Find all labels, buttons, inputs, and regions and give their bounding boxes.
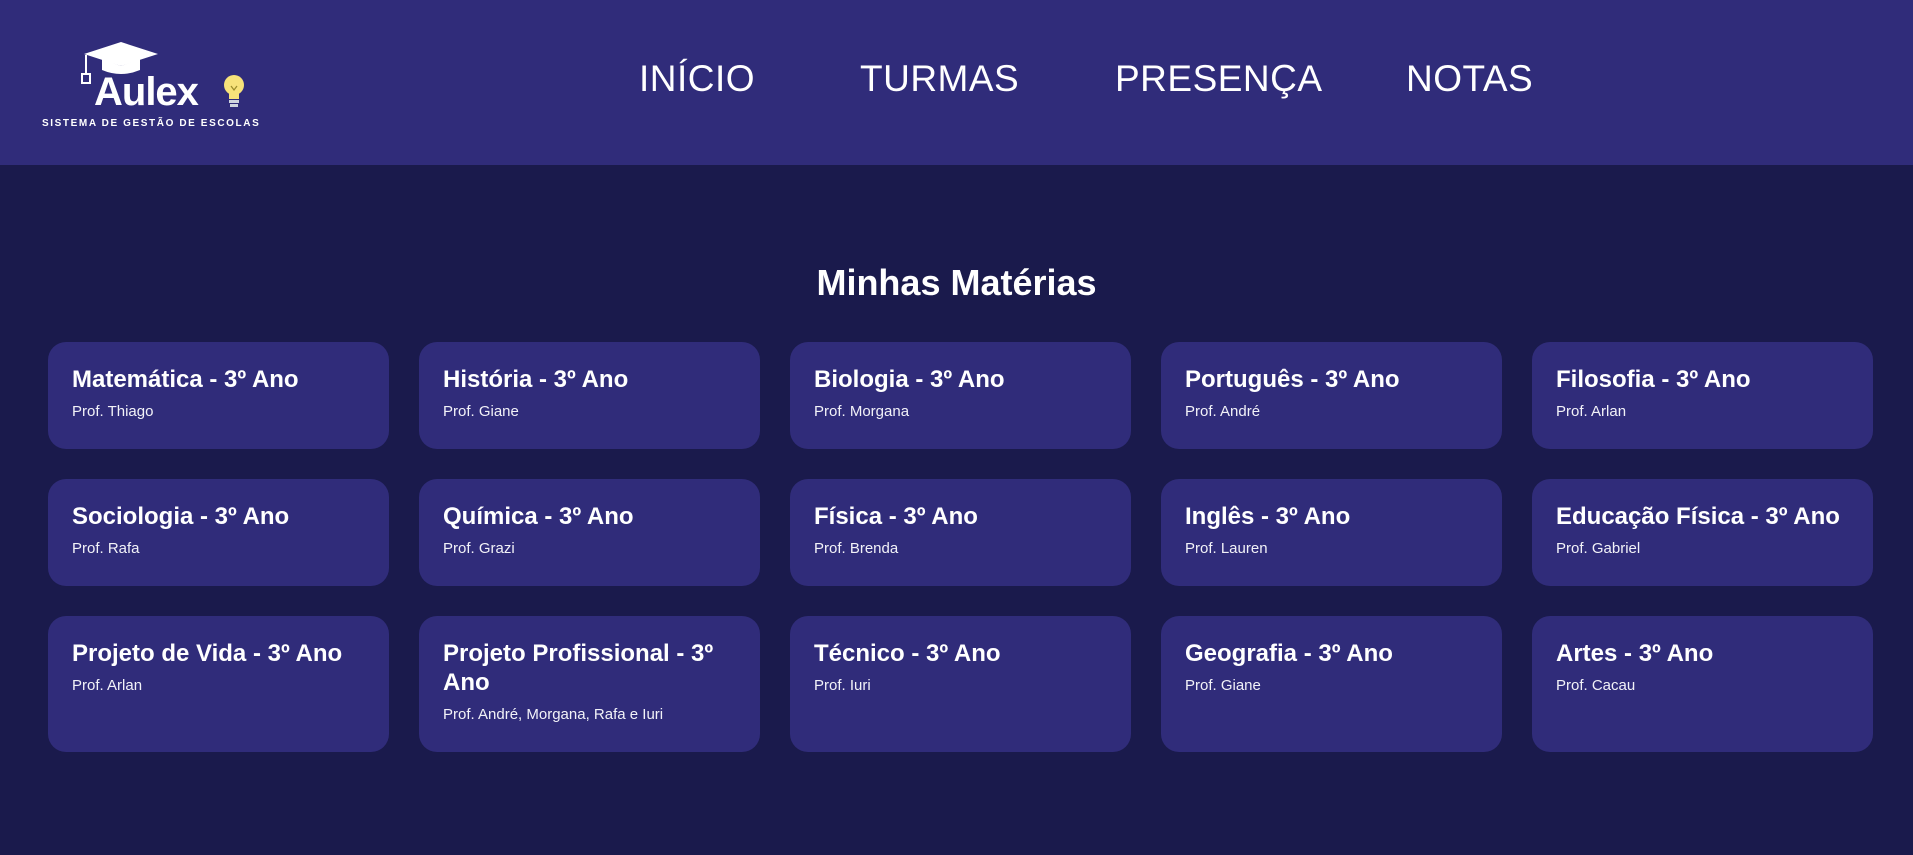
subject-card[interactable]: Inglês - 3º Ano Prof. Lauren: [1161, 479, 1502, 586]
subject-card[interactable]: História - 3º Ano Prof. Giane: [419, 342, 760, 449]
subject-card[interactable]: Biologia - 3º Ano Prof. Morgana: [790, 342, 1131, 449]
subject-card[interactable]: Português - 3º Ano Prof. André: [1161, 342, 1502, 449]
main-nav: INÍCIO TURMAS PRESENÇA NOTAS: [0, 58, 1913, 108]
subject-card[interactable]: Física - 3º Ano Prof. Brenda: [790, 479, 1131, 586]
subject-title: Biologia - 3º Ano: [814, 366, 1005, 393]
subject-title: Matemática - 3º Ano: [72, 366, 299, 393]
subject-professor: Prof. Grazi: [443, 540, 515, 557]
subject-title: Filosofia - 3º Ano: [1556, 366, 1751, 393]
nav-item-notas[interactable]: NOTAS: [1406, 58, 1533, 100]
nav-item-inicio[interactable]: INÍCIO: [639, 58, 755, 100]
page-title: Minhas Matérias: [816, 262, 1097, 303]
subject-title: Projeto de Vida - 3º Ano: [72, 640, 343, 667]
subject-card[interactable]: Projeto de Vida - 3º Ano Prof. Arlan: [48, 616, 389, 752]
subject-card[interactable]: Sociologia - 3º Ano Prof. Rafa: [48, 479, 389, 586]
subject-title: Geografia - 3º Ano: [1185, 640, 1393, 667]
logo-subtitle: SISTEMA DE GESTÃO DE ESCOLAS: [42, 118, 261, 129]
subject-professor: Prof. André: [1185, 403, 1261, 420]
subject-title: Química - 3º Ano: [443, 503, 634, 530]
subject-title: História - 3º Ano: [443, 366, 629, 393]
subject-professor: Prof. Giane: [443, 403, 519, 420]
subject-title: Projeto Profissional - 3º Ano: [443, 640, 714, 696]
subject-card[interactable]: Artes - 3º Ano Prof. Cacau: [1532, 616, 1873, 752]
subject-professor: Prof. Giane: [1185, 677, 1261, 694]
subject-professor: Prof. Iuri: [814, 677, 871, 694]
subject-title: Física - 3º Ano: [814, 503, 978, 530]
subject-card[interactable]: Matemática - 3º Ano Prof. Thiago: [48, 342, 389, 449]
subject-professor: Prof. Thiago: [72, 403, 154, 420]
subject-professor: Prof. Arlan: [72, 677, 143, 694]
subject-title: Português - 3º Ano: [1185, 366, 1400, 393]
subject-professor: Prof. Gabriel: [1556, 540, 1641, 557]
subject-card[interactable]: Filosofia - 3º Ano Prof. Arlan: [1532, 342, 1873, 449]
subject-card[interactable]: Técnico - 3º Ano Prof. Iuri: [790, 616, 1131, 752]
subject-title: Inglês - 3º Ano: [1185, 503, 1351, 530]
top-header: Aulex SISTEMA DE GESTÃO DE ESCOLAS INÍCI…: [0, 0, 1913, 165]
subject-professor: Prof. Brenda: [814, 540, 899, 557]
subject-title: Técnico - 3º Ano: [814, 640, 1001, 667]
subject-card[interactable]: Geografia - 3º Ano Prof. Giane: [1161, 616, 1502, 752]
subject-professor: Prof. Cacau: [1556, 677, 1636, 694]
subject-professor: Prof. Lauren: [1185, 540, 1268, 557]
subject-title: Sociologia - 3º Ano: [72, 503, 290, 530]
subject-card[interactable]: Educação Física - 3º Ano Prof. Gabriel: [1532, 479, 1873, 586]
subject-professor: Prof. Rafa: [72, 540, 140, 557]
subject-card[interactable]: Química - 3º Ano Prof. Grazi: [419, 479, 760, 586]
subject-title: Artes - 3º Ano: [1556, 640, 1714, 667]
nav-item-presenca[interactable]: PRESENÇA: [1115, 58, 1323, 100]
subject-professor: Prof. Arlan: [1556, 403, 1627, 420]
subjects-grid: Matemática - 3º Ano Prof. Thiago Históri…: [48, 342, 1873, 752]
subject-professor: Prof. Morgana: [814, 403, 910, 420]
subject-card[interactable]: Projeto Profissional - 3º Ano Prof. Andr…: [419, 616, 760, 752]
subject-professor: Prof. André, Morgana, Rafa e Iuri: [443, 706, 664, 723]
nav-item-turmas[interactable]: TURMAS: [860, 58, 1019, 100]
subject-title: Educação Física - 3º Ano: [1556, 503, 1840, 530]
